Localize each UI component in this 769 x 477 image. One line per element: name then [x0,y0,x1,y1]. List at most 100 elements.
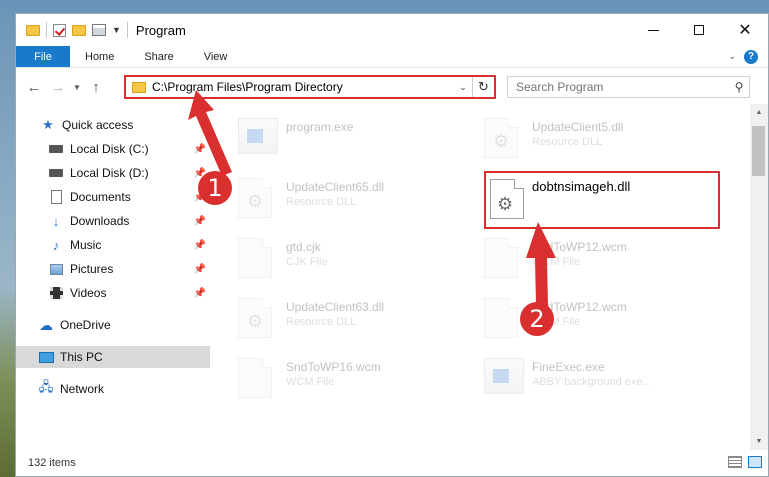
pin-icon[interactable]: 📌 [194,240,206,251]
highlighted-file-item[interactable]: ⚙ dobtnsimageh.dll [484,171,720,229]
file-type: ABBY background exe... [532,376,652,388]
tab-file[interactable]: File [16,46,70,67]
help-icon[interactable]: ? [744,49,758,64]
address-bar[interactable]: C:\Program Files\Program Directory ⌄ ↻ [124,75,496,99]
sidebar-item-label: This PC [60,350,103,364]
sidebar-item-label: Network [60,382,105,396]
tab-view[interactable]: View [189,46,243,67]
sidebar-item-documents[interactable]: Documents 📌 [16,186,210,208]
tab-home[interactable]: Home [70,46,129,67]
forward-arrow-icon[interactable]: → [46,79,70,96]
file-name: SndToWP12.wcm [532,240,627,254]
sidebar-item-local-disk-d[interactable]: Local Disk (D:) 📌 [16,162,210,184]
expand-ribbon-icon[interactable]: ⌄ [728,51,736,62]
separator [46,22,47,38]
item-count: 132 items [28,457,76,469]
chevron-down-icon[interactable]: ▼ [112,25,121,35]
sidebar-item-local-disk-c[interactable]: Local Disk (C:) 📌 [16,138,210,160]
file-item[interactable]: ⚙ UpdateClient5.dll Resource DLL [462,114,702,168]
navigation-bar: ← → ▼ ↑ C:\Program Files\Program Directo… [16,70,768,104]
file-name: gtd.cjk [286,240,321,254]
minimize-icon [647,29,659,31]
window-title: Program [135,22,186,38]
ribbon-help-area: ⌄ ? [728,46,768,67]
file-item[interactable]: SndToWP12.wcm WCM File [462,294,702,348]
details-view-icon[interactable] [728,456,742,468]
sidebar-item-music[interactable]: ♪ Music 📌 [16,234,210,256]
sidebar-item-onedrive[interactable]: ☁ OneDrive [16,314,210,336]
window-controls: ✕ [630,14,768,46]
file-item[interactable]: ⚙ UpdateClient63.dll Resource DLL [216,294,456,348]
navigation-pane: ★ Quick access Local Disk (C:) 📌 Local D… [16,112,210,450]
new-folder-icon[interactable] [72,24,86,36]
up-arrow-icon[interactable]: ↑ [84,79,108,96]
scroll-thumb[interactable] [752,126,765,176]
properties-check-icon[interactable] [53,23,66,37]
sidebar-item-videos[interactable]: Videos 📌 [16,282,210,304]
search-box[interactable]: ⚲ [507,76,750,98]
back-arrow-icon[interactable]: ← [22,79,46,96]
sidebar-item-label: Local Disk (D:) [70,166,149,180]
minimize-button[interactable] [630,14,676,46]
documents-icon [48,190,64,204]
vertical-scrollbar[interactable]: ▲ ▼ [750,104,768,450]
network-icon: 🖧 [38,379,54,394]
pin-icon[interactable]: 📌 [194,216,206,227]
file-name: FineExec.exe [532,360,605,374]
address-path[interactable]: C:\Program Files\Program Directory [152,80,454,94]
view-toggle [728,456,762,468]
computer-icon [38,350,54,364]
cloud-icon: ☁ [39,316,53,333]
file-type: WCM File [532,256,581,268]
file-list: program.exe ⚙ UpdateClient5.dll Resource… [216,112,746,450]
sidebar-item-downloads[interactable]: ↓ Downloads 📌 [16,210,210,232]
pin-icon[interactable]: 📌 [194,264,206,275]
sidebar-item-label: Downloads [70,214,130,228]
dll-file-icon: ⚙ [238,298,272,338]
file-item[interactable]: SndToWP16.wcm WCM File [216,354,456,408]
maximize-button[interactable] [676,14,722,46]
scroll-down-icon[interactable]: ▼ [750,433,768,450]
customize-icon[interactable] [92,24,106,36]
videos-icon [48,286,64,300]
file-name: SndToWP16.wcm [286,360,381,374]
file-item[interactable]: SndToWP12.wcm WCM File [462,234,702,288]
cjk-file-icon [238,238,272,278]
file-name: program.exe [286,120,354,134]
sidebar-item-pictures[interactable]: Pictures 📌 [16,258,210,280]
sidebar-item-network[interactable]: 🖧 Network [16,378,210,400]
dll-file-icon: ⚙ [238,178,272,218]
search-input[interactable] [516,80,729,94]
annotation-step-2: 2 [520,302,554,336]
refresh-icon[interactable]: ↻ [472,77,494,97]
sidebar-item-this-pc[interactable]: This PC [16,346,210,368]
file-item[interactable]: ⚙ UpdateClient65.dll Resource DLL [216,174,456,228]
tab-share[interactable]: Share [129,46,188,67]
close-icon: ✕ [738,22,752,39]
ribbon-tabs: File Home Share View ⌄ ? [16,46,768,68]
file-item[interactable]: gtd.cjk CJK File [216,234,456,288]
explorer-window: ▼ Program ✕ File Home Share View ⌄ ? ← →… [15,13,769,477]
maximize-icon [694,25,704,35]
file-item[interactable]: FineExec.exe ABBY background exe... [462,354,702,408]
dll-file-icon: ⚙ [484,118,518,158]
wcm-file-icon [484,298,518,338]
file-type: WCM File [286,376,335,388]
large-icons-view-icon[interactable] [748,456,762,468]
sidebar-item-quick-access[interactable]: ★ Quick access [16,114,210,136]
star-icon: ★ [42,117,54,132]
pin-icon[interactable]: 📌 [194,144,206,155]
close-button[interactable]: ✕ [722,14,768,46]
file-name: dobtnsimageh.dll [532,179,631,194]
pictures-icon [48,262,64,276]
pin-icon[interactable]: 📌 [194,288,206,299]
recent-locations-icon[interactable]: ▼ [70,83,84,92]
sidebar-item-label: Music [70,238,102,252]
wcm-file-icon [484,238,518,278]
chevron-down-icon[interactable]: ⌄ [454,82,472,93]
search-icon[interactable]: ⚲ [729,80,749,94]
scroll-up-icon[interactable]: ▲ [750,104,768,121]
folder-icon [26,24,40,36]
file-item[interactable]: program.exe [216,114,456,168]
file-type: Resource DLL [532,136,603,148]
